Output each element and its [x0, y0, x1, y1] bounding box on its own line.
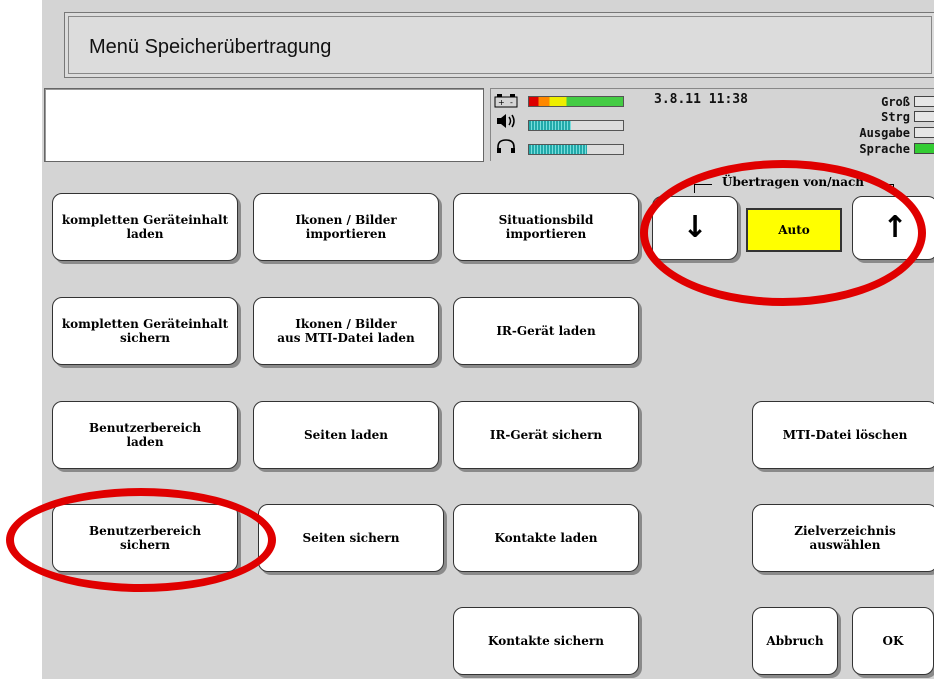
title-bar: Menü Speicherübertragung: [64, 12, 934, 78]
indicator-ausgabe-box: [914, 127, 934, 138]
save-all-button[interactable]: kompletten Geräteinhalt sichern: [52, 297, 238, 365]
user-save-button[interactable]: Benutzerbereich sichern: [52, 504, 238, 572]
indicator-sprache-box: [914, 143, 934, 154]
device-screen: Menü Speicherübertragung + - 3.8.11 11:38…: [42, 0, 934, 679]
ir-load-button[interactable]: IR-Gerät laden: [453, 297, 639, 365]
text-display[interactable]: [44, 88, 484, 162]
page-title: Menü Speicherübertragung: [89, 36, 332, 58]
datetime-display: 3.8.11 11:38: [654, 92, 748, 107]
load-all-button[interactable]: kompletten Geräteinhalt laden: [52, 193, 238, 261]
battery-meter: [528, 96, 624, 107]
pages-load-button[interactable]: Seiten laden: [253, 401, 439, 469]
indicator-strg: Strg: [881, 110, 910, 124]
indicator-strg-box: [914, 111, 934, 122]
cancel-button[interactable]: Abbruch: [752, 607, 838, 675]
indicator-gross: Groß: [881, 95, 910, 109]
user-load-button[interactable]: Benutzerbereich laden: [52, 401, 238, 469]
ok-button[interactable]: OK: [852, 607, 934, 675]
contacts-load-button[interactable]: Kontakte laden: [453, 504, 639, 572]
indicator-ausgabe: Ausgabe: [859, 126, 910, 140]
contacts-save-button[interactable]: Kontakte sichern: [453, 607, 639, 675]
indicator-sprache: Sprache: [859, 142, 910, 156]
volume-meter[interactable]: [528, 120, 624, 131]
target-dir-button[interactable]: Zielverzeichnis auswählen: [752, 504, 934, 572]
ir-save-button[interactable]: IR-Gerät sichern: [453, 401, 639, 469]
transfer-mode-auto[interactable]: Auto: [746, 208, 842, 252]
pages-save-button[interactable]: Seiten sichern: [258, 504, 444, 572]
svg-text:+: +: [498, 98, 505, 107]
volume-meter-fill: [529, 121, 572, 130]
headphone-meter[interactable]: [528, 144, 624, 155]
transfer-up-button[interactable]: ↑: [852, 196, 934, 260]
mti-delete-button[interactable]: MTI-Datei löschen: [752, 401, 934, 469]
battery-icon: + -: [494, 94, 518, 111]
battery-meter-fill: [529, 97, 623, 106]
transfer-label: Übertragen von/nach: [712, 175, 874, 189]
headphone-meter-fill: [529, 145, 588, 154]
transfer-down-button[interactable]: ↓: [652, 196, 738, 260]
icons-import-button[interactable]: Ikonen / Bilder importieren: [253, 193, 439, 261]
speaker-icon: [496, 113, 518, 132]
icons-mti-load-button[interactable]: Ikonen / Bilder aus MTI-Datei laden: [253, 297, 439, 365]
indicator-gross-box: [914, 96, 934, 107]
svg-text:-: -: [510, 98, 513, 107]
situation-import-button[interactable]: Situationsbild importieren: [453, 193, 639, 261]
headphones-icon: [496, 138, 516, 157]
